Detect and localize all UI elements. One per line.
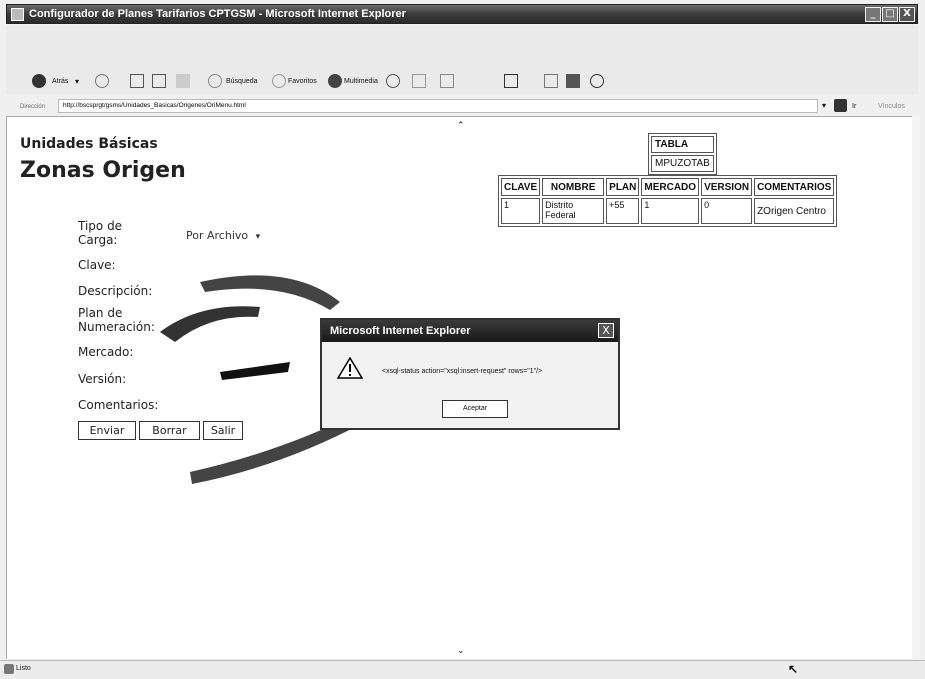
dialog-message: <xsql-status action="xsql:insert-request…	[382, 368, 543, 375]
favorites-button[interactable]: Favoritos	[288, 78, 317, 85]
discuss-icon[interactable]	[566, 74, 580, 88]
table-cell: +55	[606, 198, 640, 224]
close-window-button[interactable]: X	[899, 7, 915, 22]
forward-icon[interactable]	[95, 74, 109, 88]
column-header: CLAVE	[501, 178, 541, 196]
table-cell: 1	[501, 198, 541, 224]
column-header: PLAN	[606, 178, 640, 196]
table-name-value: MPUZOTAB	[651, 155, 714, 172]
maximize-button[interactable]: □	[882, 7, 898, 22]
dialog-ok-button[interactable]: Aceptar	[442, 400, 508, 418]
column-header: NOMBRE	[542, 178, 605, 196]
tipo-carga-select[interactable]: Por Archivo ▾	[186, 229, 260, 242]
tipo-carga-value: Por Archivo	[186, 229, 249, 242]
section-title: Unidades Básicas	[20, 136, 158, 152]
window-title: Configurador de Planes Tarifarios CPTGSM…	[29, 8, 406, 20]
status-bar	[0, 660, 925, 679]
dialog-close-button[interactable]: X	[598, 323, 614, 338]
status-text: Listo	[16, 665, 31, 672]
minimize-button[interactable]: _	[865, 7, 881, 22]
back-button[interactable]: Atrás	[52, 78, 68, 85]
chevron-down-icon: ▾	[255, 232, 261, 242]
vertical-scrollbar[interactable]	[912, 116, 920, 658]
table-cell: 0	[701, 198, 753, 224]
warning-icon	[337, 357, 363, 379]
page-icon	[4, 664, 14, 674]
column-header: MERCADO	[641, 178, 700, 196]
dialog-title: Microsoft Internet Explorer	[322, 320, 618, 342]
table-row: 1 Distrito Federal +55 1 0 ZOrigen Centr…	[501, 198, 835, 224]
tipo-carga-label: Tipo de Carga:	[78, 219, 123, 247]
links-label[interactable]: Vínculos	[878, 103, 905, 110]
mercado-label: Mercado:	[78, 345, 134, 359]
salir-button[interactable]: Salir	[203, 421, 243, 440]
table-header-label: TABLA	[651, 136, 714, 153]
favorites-icon[interactable]	[272, 74, 286, 88]
scroll-down-icon[interactable]: ⌄	[457, 645, 465, 656]
address-input[interactable]: http://bscsprgt/gsms/Unidades_Basicas/Or…	[58, 99, 818, 113]
data-table: CLAVE NOMBRE PLAN MERCADO VERSION COMENT…	[498, 175, 838, 227]
search-button[interactable]: Búsqueda	[226, 78, 258, 85]
table-cell: Distrito Federal	[542, 198, 605, 224]
stop-icon[interactable]	[130, 74, 144, 88]
history-icon[interactable]	[386, 74, 400, 88]
print-icon[interactable]	[440, 74, 454, 88]
column-header: VERSION	[701, 178, 753, 196]
go-button[interactable]: Ir	[852, 103, 856, 110]
multimedia-button[interactable]: Multimedia	[344, 78, 378, 85]
column-header: COMENTARIOS	[754, 178, 835, 196]
cursor-icon: ↖	[788, 662, 799, 676]
alert-dialog: Microsoft Internet Explorer X <xsql-stat…	[320, 318, 620, 430]
address-label: Dirección	[20, 104, 46, 110]
edit-icon[interactable]	[544, 74, 558, 88]
enviar-button[interactable]: Enviar	[78, 421, 136, 440]
ie-icon	[11, 8, 24, 21]
word-icon[interactable]	[504, 74, 518, 88]
link-icon[interactable]	[590, 74, 604, 88]
scroll-up-icon[interactable]: ⌃	[457, 120, 465, 131]
borrar-button[interactable]: Borrar	[139, 421, 200, 440]
table-cell: 1	[641, 198, 700, 224]
table-cell: ZOrigen Centro	[754, 198, 835, 224]
go-icon[interactable]	[834, 99, 847, 112]
multimedia-icon[interactable]	[328, 74, 342, 88]
refresh-icon[interactable]	[152, 74, 166, 88]
home-icon[interactable]	[176, 74, 190, 88]
search-icon[interactable]	[208, 74, 222, 88]
address-dropdown-icon[interactable]: ▾	[822, 101, 826, 110]
back-dropdown-icon[interactable]: ▾	[75, 77, 79, 86]
clave-label: Clave:	[78, 258, 116, 272]
window-titlebar: Configurador de Planes Tarifarios CPTGSM…	[6, 4, 918, 24]
table-header-row: CLAVE NOMBRE PLAN MERCADO VERSION COMENT…	[501, 178, 835, 196]
mail-icon[interactable]	[412, 74, 426, 88]
table-name-box: TABLA MPUZOTAB	[648, 133, 717, 175]
page-title: Zonas Origen	[20, 158, 186, 183]
version-label: Versión:	[78, 372, 127, 386]
back-icon[interactable]	[32, 74, 46, 88]
